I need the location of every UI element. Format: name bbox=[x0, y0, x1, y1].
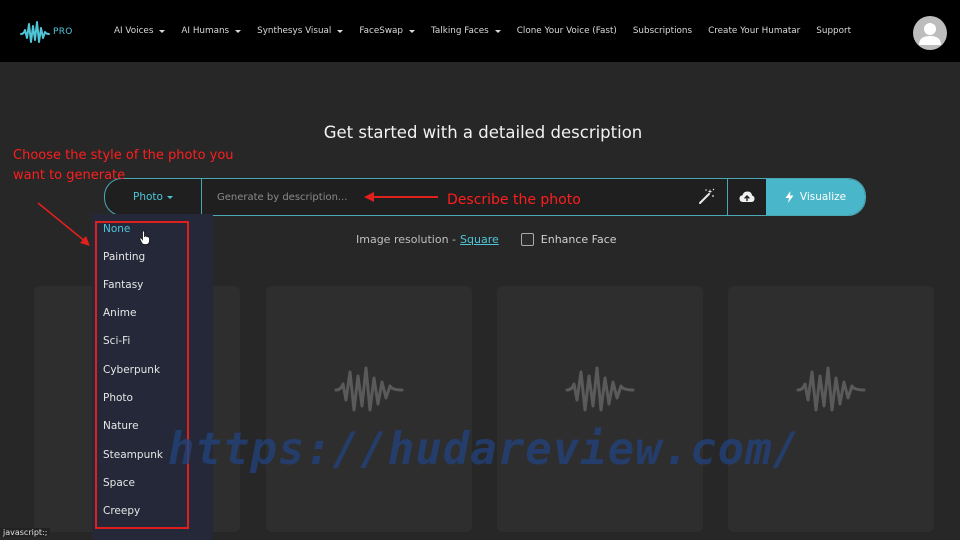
browser-status-bar: javascript:; bbox=[0, 528, 51, 537]
watermark-url: https://hudareview.com/ bbox=[167, 424, 801, 475]
annotation-arrow-left bbox=[37, 202, 87, 243]
annotation-arrowhead-right bbox=[364, 192, 374, 202]
